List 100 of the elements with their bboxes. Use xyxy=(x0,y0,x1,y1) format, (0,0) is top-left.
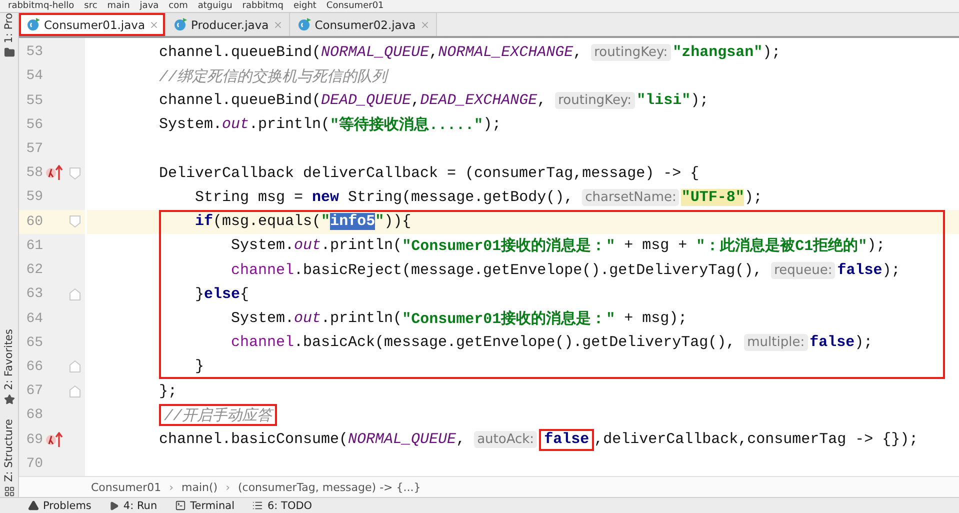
line-number: 66 xyxy=(25,358,43,375)
keyword: false xyxy=(544,431,590,448)
fold-start-icon[interactable] xyxy=(69,166,81,180)
code-text: )){ xyxy=(384,213,412,230)
star-icon xyxy=(4,394,14,406)
string-literal: " xyxy=(375,213,384,230)
code-text: System. xyxy=(230,310,294,328)
code-text: ); xyxy=(854,334,873,352)
code-text: ); xyxy=(882,262,900,279)
breadcrumb-item[interactable]: Consumer01 xyxy=(91,480,162,494)
code-text: , xyxy=(573,44,584,61)
tool-window-button[interactable]: Terminal xyxy=(175,500,234,512)
folder-icon xyxy=(4,47,14,58)
class-file-icon xyxy=(298,18,311,31)
code-text: ,deliverCallback,consumerTag -> {}); xyxy=(594,431,918,448)
selected-text: info5 xyxy=(330,213,376,230)
code-text: System. xyxy=(230,237,294,254)
tool-window-tab[interactable]: 2: Favorites xyxy=(3,329,15,390)
string-literal: "等待接收消息....." xyxy=(330,115,484,134)
parameter-hint: autoAck: xyxy=(474,431,538,448)
editor-tab[interactable]: Consumer02.java xyxy=(290,13,437,36)
close-icon[interactable] xyxy=(272,20,283,30)
path-segment[interactable]: rabbitmq-hello xyxy=(8,0,74,12)
breadcrumb-item[interactable]: (consumerTag, message) -> {...} xyxy=(238,480,421,494)
editor-tab[interactable]: Consumer01.java xyxy=(19,13,166,36)
code-text: ); xyxy=(744,188,762,206)
path-segment[interactable]: com xyxy=(168,0,188,12)
tool-window-tab[interactable]: 1: Pro xyxy=(3,13,15,44)
line-number: 67 xyxy=(25,383,43,400)
constant-name: NORMAL_QUEUE xyxy=(321,44,430,61)
path-segment[interactable]: main xyxy=(107,0,130,12)
code-text: , xyxy=(429,44,438,61)
line-number: 60 xyxy=(25,214,43,230)
string-literal: "Consumer01接收的消息是：" xyxy=(402,309,616,328)
line-number: 65 xyxy=(25,334,43,351)
code-text: }; xyxy=(159,382,178,400)
constant-name: out xyxy=(294,310,322,328)
line-number: 55 xyxy=(25,92,43,109)
line-number: 59 xyxy=(25,189,43,206)
code-text: + msg + xyxy=(623,237,688,254)
line-number: 63 xyxy=(25,286,43,302)
field-name: channel xyxy=(230,262,294,279)
parameter-hint: multiple: xyxy=(744,334,808,352)
fold-start-icon[interactable] xyxy=(69,215,81,228)
constant-name: DEAD_EXCHANGE xyxy=(420,92,538,110)
fold-end-icon[interactable] xyxy=(69,288,81,301)
line-number: 69 xyxy=(25,432,43,448)
tool-window-button[interactable]: 4: Run xyxy=(109,500,158,512)
warning-icon xyxy=(28,500,39,511)
keyword: else xyxy=(204,286,240,303)
breadcrumb-separator: › xyxy=(226,480,230,494)
breadcrumb-separator: › xyxy=(169,480,174,494)
path-segment[interactable]: atguigu xyxy=(198,0,232,12)
code-text: String msg = xyxy=(194,188,304,206)
code-text: .basicReject(message.getEnvelope().getDeliveryTag(), xyxy=(294,262,764,279)
path-segment[interactable]: rabbitmq xyxy=(242,0,284,12)
constant-name: out xyxy=(222,116,250,134)
code-text: channel.queueBind( xyxy=(159,44,322,61)
code-text: String(message.getBody(), xyxy=(347,188,574,206)
class-file-icon xyxy=(174,18,188,31)
breadcrumb-item[interactable]: main() xyxy=(182,480,218,494)
path-segment[interactable]: src xyxy=(84,0,98,12)
class-file-icon xyxy=(27,18,40,31)
tool-window-button[interactable]: 6: TODO xyxy=(252,500,312,512)
code-text: DeliverCallback deliverCallback = (consumerTag,message) -> { xyxy=(159,164,700,182)
tool-window-tab[interactable]: Z: Structure xyxy=(3,419,15,482)
path-segment[interactable]: Consumer01 xyxy=(326,0,384,12)
code-text: channel.basicConsume( xyxy=(159,431,348,448)
parameter-hint: routingKey: xyxy=(591,44,671,61)
string-literal: "lisi" xyxy=(636,92,691,110)
code-text: .println( xyxy=(321,237,402,254)
line-number: 53 xyxy=(25,44,43,60)
close-icon[interactable] xyxy=(420,20,430,30)
line-number: 61 xyxy=(25,238,43,254)
code-text: ); xyxy=(762,44,781,61)
code-text: + msg); xyxy=(623,310,688,328)
parameter-hint: charsetName: xyxy=(582,188,680,206)
fold-end-icon[interactable] xyxy=(69,384,81,398)
code-text: , xyxy=(537,92,548,110)
code-text: channel.queueBind( xyxy=(159,92,322,110)
path-segment[interactable]: java xyxy=(140,0,159,12)
keyword: false xyxy=(837,262,882,279)
lambda-up-arrow-icon[interactable] xyxy=(46,432,64,448)
terminal-icon xyxy=(175,500,186,511)
line-number: 58 xyxy=(25,165,43,182)
constant-name: NORMAL_QUEUE xyxy=(348,431,456,448)
lambda-up-arrow-icon[interactable] xyxy=(46,165,64,182)
fold-end-icon[interactable] xyxy=(69,360,81,374)
string-literal: "Consumer01接收的消息是：" xyxy=(402,236,616,256)
code-comment: //开启手动应答 xyxy=(164,406,272,425)
editor-tab[interactable]: Producer.java xyxy=(166,13,290,36)
path-segment[interactable]: eight xyxy=(293,0,316,12)
keyword: false xyxy=(810,334,855,352)
line-number: 62 xyxy=(25,262,43,278)
constant-name: NORMAL_EXCHANGE xyxy=(438,44,574,61)
close-icon[interactable] xyxy=(149,20,160,30)
line-number: 68 xyxy=(25,407,43,424)
line-number: 70 xyxy=(25,456,43,472)
tool-window-button[interactable]: Problems xyxy=(28,500,92,512)
code-text: .basicAck(message.getEnvelope().getDeliveryTag(), xyxy=(294,334,736,352)
